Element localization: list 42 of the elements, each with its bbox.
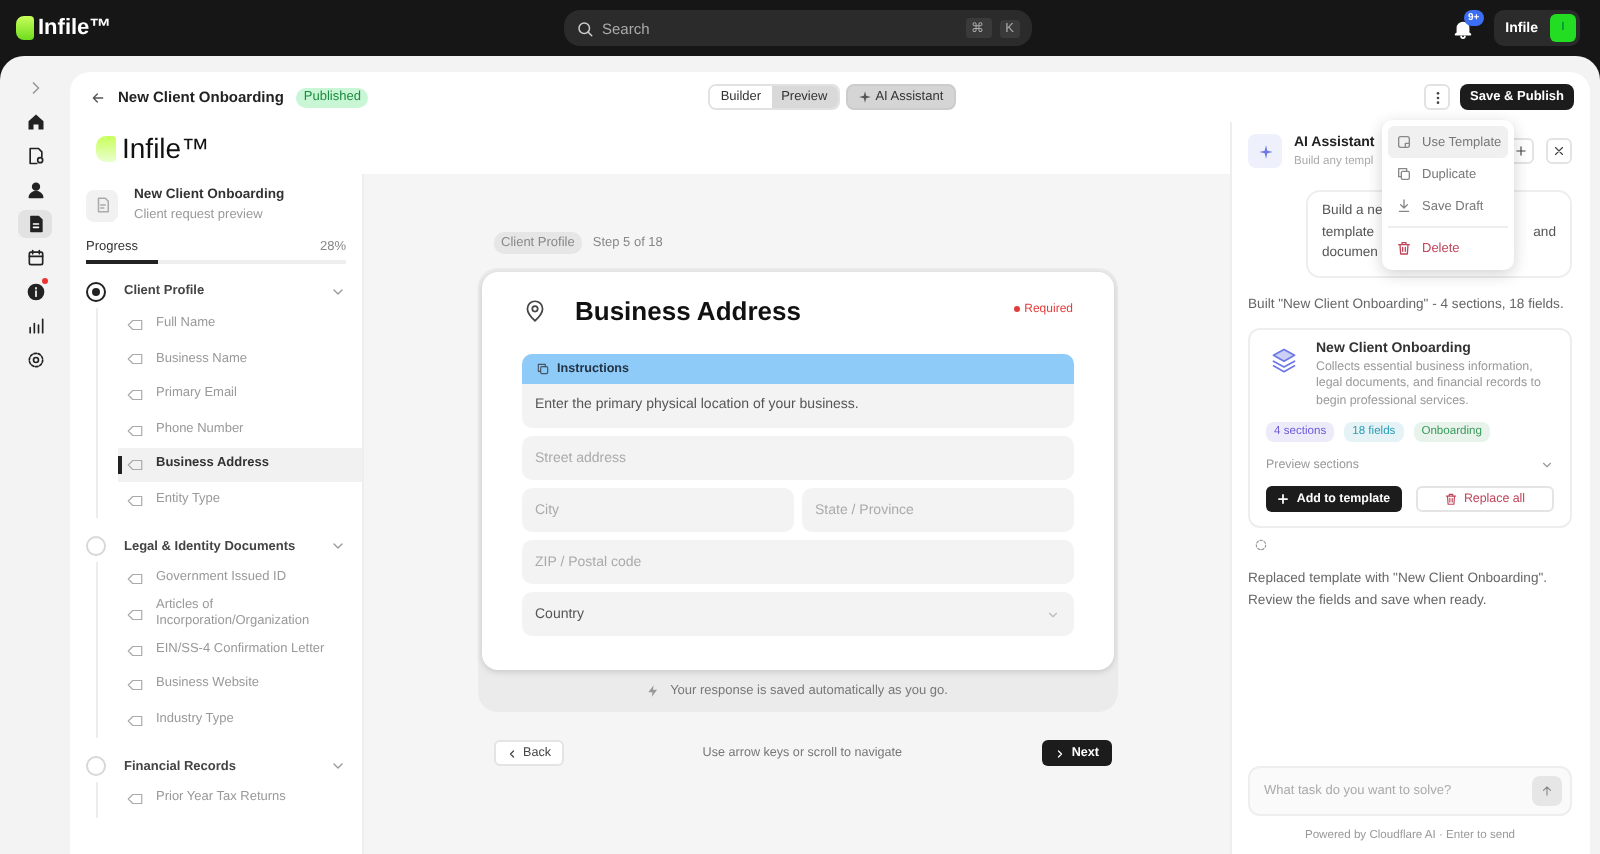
bolt-icon — [646, 684, 661, 698]
settings-icon — [25, 350, 45, 370]
chevron-right-icon — [1053, 747, 1066, 759]
document-icon — [25, 146, 45, 166]
more-button[interactable] — [1424, 84, 1451, 110]
required-dot — [1014, 305, 1021, 312]
rail-button[interactable] — [18, 210, 52, 238]
home-icon — [25, 112, 45, 132]
calendar-icon — [25, 248, 45, 268]
trash-icon — [1443, 491, 1458, 506]
sparkle-icon — [1257, 143, 1273, 159]
trash-icon — [1396, 240, 1412, 256]
app-logo[interactable]: Infile™ — [16, 16, 112, 40]
send-icon — [1540, 784, 1554, 798]
back-button[interactable] — [90, 89, 106, 105]
chevron-down-icon — [1045, 607, 1059, 621]
copy-icon — [535, 362, 549, 376]
pin-icon — [521, 298, 547, 324]
question-title: Business Address — [575, 296, 803, 326]
bell-icon — [1451, 17, 1474, 39]
back-icon — [90, 89, 106, 105]
chevron-left-icon — [505, 747, 517, 759]
template-icon — [1396, 134, 1412, 150]
chevron-down-icon — [1540, 457, 1554, 472]
download-icon — [1396, 198, 1412, 214]
spinner-icon — [1254, 537, 1268, 552]
sparkle-icon — [857, 90, 872, 104]
search-icon — [576, 19, 594, 37]
tag-icon — [126, 790, 144, 809]
chart-icon — [25, 316, 45, 336]
info-icon — [25, 282, 45, 302]
plus-icon — [1276, 491, 1291, 506]
brand-logo: Infile™ — [70, 122, 210, 174]
document-icon — [93, 196, 111, 214]
notification-button[interactable] — [1451, 17, 1474, 39]
copy-icon — [1396, 166, 1412, 182]
user-icon — [25, 180, 45, 200]
plus-icon — [1514, 144, 1528, 158]
stack-icon — [1270, 345, 1298, 374]
close-icon — [1552, 144, 1566, 158]
file-icon — [25, 214, 45, 234]
close-button[interactable] — [1546, 138, 1572, 164]
